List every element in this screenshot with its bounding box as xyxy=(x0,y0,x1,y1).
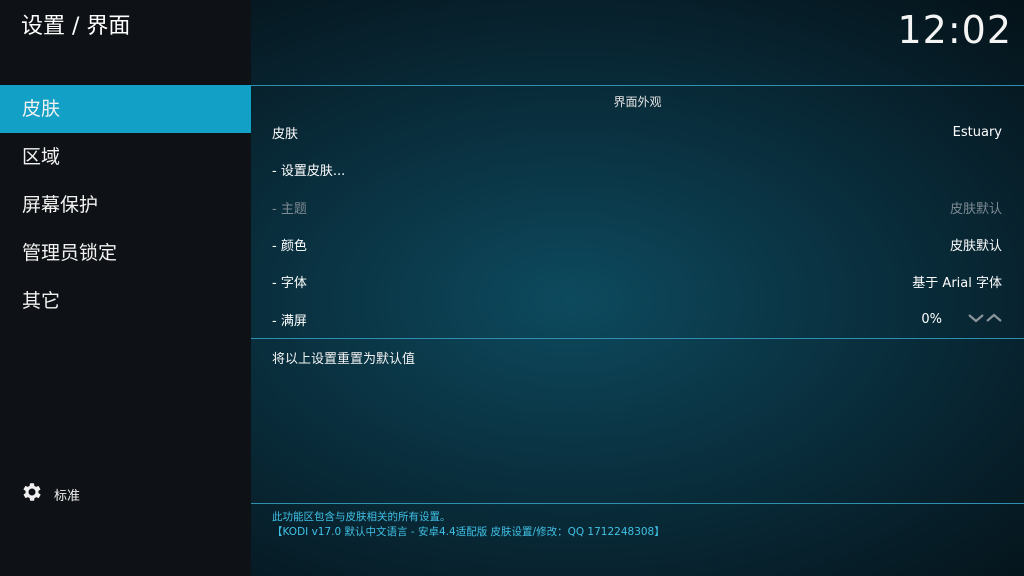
sidebar-item-master-lock[interactable]: 管理员锁定 xyxy=(0,229,251,277)
sidebar-nav: 皮肤 区域 屏幕保护 管理员锁定 其它 xyxy=(0,85,251,325)
setting-label: - 满屏 xyxy=(272,313,307,329)
zoom-spinner xyxy=(966,312,1002,327)
setting-value: 皮肤默认 xyxy=(949,201,1002,217)
settings-level-label: 标准 xyxy=(54,488,81,504)
chevron-down-icon[interactable] xyxy=(966,312,984,327)
setting-configure-skin[interactable]: - 设置皮肤... xyxy=(272,157,1002,181)
setting-label: - 主题 xyxy=(272,201,307,217)
breadcrumb: 设置 / 界面 xyxy=(21,14,131,39)
main-panel: 12:02 界面外观 皮肤 Estuary - 设置皮肤... - 主题 皮肤默… xyxy=(251,0,1024,576)
sidebar-item-other[interactable]: 其它 xyxy=(0,277,251,325)
setting-fonts[interactable]: - 字体 基于 Arial 字体 xyxy=(272,269,1002,293)
chevron-up-icon[interactable] xyxy=(984,312,1002,327)
top-divider xyxy=(251,85,1024,86)
setting-theme: - 主题 皮肤默认 xyxy=(272,195,1002,219)
setting-value: Estuary xyxy=(952,124,1002,140)
section-title: 界面外观 xyxy=(613,95,662,109)
sidebar: 设置 / 界面 皮肤 区域 屏幕保护 管理员锁定 其它 标准 xyxy=(0,0,251,576)
sidebar-item-screensaver[interactable]: 屏幕保护 xyxy=(0,181,251,229)
setting-label: 皮肤 xyxy=(272,126,299,142)
sidebar-item-region[interactable]: 区域 xyxy=(0,133,251,181)
sidebar-item-skin[interactable]: 皮肤 xyxy=(0,85,251,133)
setting-value: 基于 Arial 字体 xyxy=(912,275,1002,291)
description-text: 此功能区包含与皮肤相关的所有设置。 【KODI v17.0 默认中文语言 - 安… xyxy=(272,510,665,540)
setting-colors[interactable]: - 颜色 皮肤默认 xyxy=(272,232,1002,256)
setting-label: - 颜色 xyxy=(272,238,307,254)
settings-level-button[interactable]: 标准 xyxy=(20,480,80,508)
description-line: 此功能区包含与皮肤相关的所有设置。 xyxy=(272,511,451,523)
setting-value: 皮肤默认 xyxy=(949,238,1002,254)
setting-zoom[interactable]: - 满屏 0% xyxy=(272,307,1002,331)
clock: 12:02 xyxy=(897,8,1012,52)
setting-label: - 字体 xyxy=(272,275,307,291)
description-line: 【KODI v17.0 默认中文语言 - 安卓4.4适配版 皮肤设置/修改：QQ… xyxy=(272,526,665,538)
settings-divider xyxy=(251,338,1024,339)
gear-icon xyxy=(20,480,44,508)
setting-label: - 设置皮肤... xyxy=(272,163,346,179)
reset-defaults-button[interactable]: 将以上设置重置为默认值 xyxy=(272,348,415,367)
setting-value: 0% xyxy=(921,311,942,327)
setting-skin[interactable]: 皮肤 Estuary xyxy=(272,120,1002,144)
zoom-value-group: 0% xyxy=(921,312,1002,327)
description-divider xyxy=(251,503,1024,504)
